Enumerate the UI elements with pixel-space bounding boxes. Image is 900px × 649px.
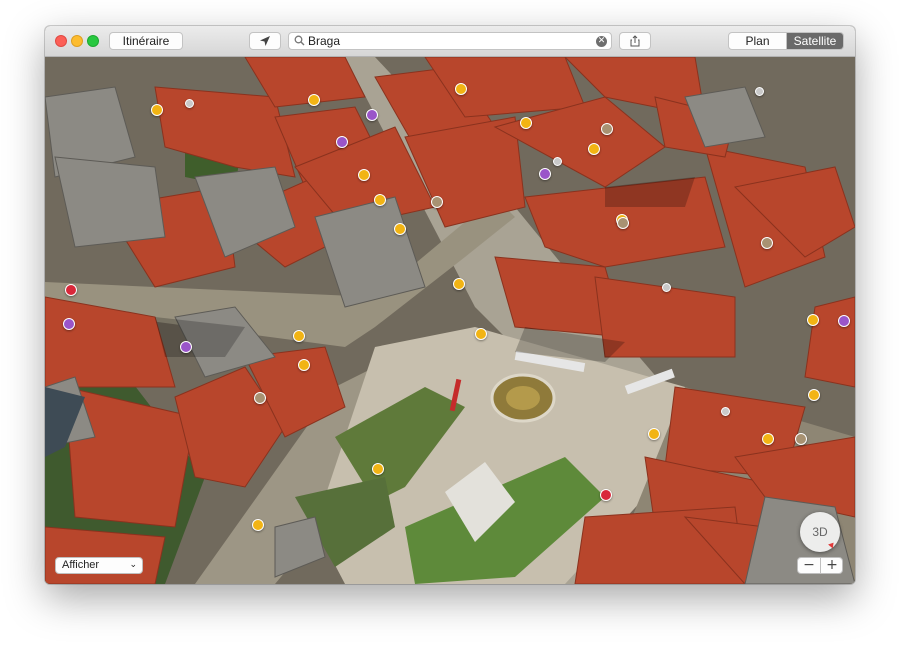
satellite-map-canvas[interactable]: Afficher ⌄ 3D − + [45,57,855,584]
maps-window: Itinéraire ✕ Plan Satellite [45,26,855,584]
satellite-imagery [45,57,855,584]
poi-marker[interactable] [293,330,305,342]
plan-segment[interactable]: Plan [729,33,787,49]
share-button[interactable] [619,32,651,50]
show-menu-select[interactable]: Afficher ⌄ [55,557,143,574]
close-icon[interactable] [55,35,67,47]
map-view-segmented-control: Plan Satellite [728,32,844,50]
zoom-window-icon[interactable] [87,35,99,47]
poi-marker[interactable] [374,194,386,206]
poi-marker[interactable] [65,284,77,296]
poi-marker[interactable] [755,87,764,96]
poi-marker[interactable] [601,123,613,135]
poi-marker[interactable] [366,109,378,121]
poi-marker[interactable] [298,359,310,371]
poi-marker[interactable] [431,196,443,208]
poi-marker[interactable] [617,217,629,229]
poi-marker[interactable] [455,83,467,95]
zoom-control: − + [797,557,843,574]
poi-marker[interactable] [180,341,192,353]
poi-marker[interactable] [372,463,384,475]
poi-marker[interactable] [807,314,819,326]
poi-marker[interactable] [721,407,730,416]
poi-marker[interactable] [252,519,264,531]
poi-marker[interactable] [761,237,773,249]
poi-marker[interactable] [520,117,532,129]
poi-marker[interactable] [808,389,820,401]
poi-marker[interactable] [308,94,320,106]
search-icon [294,35,305,46]
itinerary-button[interactable]: Itinéraire [109,32,183,50]
location-arrow-icon [260,36,270,46]
show-menu-label: Afficher [62,559,100,571]
zoom-out-button[interactable]: − [798,558,821,573]
poi-marker[interactable] [151,104,163,116]
poi-marker[interactable] [662,283,671,292]
poi-marker[interactable] [63,318,75,330]
poi-marker[interactable] [475,328,487,340]
zoom-in-button[interactable]: + [821,558,843,573]
poi-marker[interactable] [762,433,774,445]
poi-marker[interactable] [588,143,600,155]
poi-marker[interactable] [539,168,551,180]
poi-marker[interactable] [838,315,850,327]
poi-marker[interactable] [795,433,807,445]
toolbar: Itinéraire ✕ Plan Satellite [45,26,855,57]
search-field[interactable]: ✕ [288,32,612,50]
poi-marker[interactable] [648,428,660,440]
poi-marker[interactable] [254,392,266,404]
poi-marker[interactable] [600,489,612,501]
poi-marker[interactable] [453,278,465,290]
poi-marker[interactable] [185,99,194,108]
poi-marker[interactable] [553,157,562,166]
search-input[interactable] [308,33,588,49]
satellite-segment[interactable]: Satellite [787,33,843,49]
minimize-icon[interactable] [71,35,83,47]
clear-search-icon[interactable]: ✕ [596,36,607,47]
poi-marker[interactable] [358,169,370,181]
poi-marker[interactable] [336,136,348,148]
current-location-button[interactable] [249,32,281,50]
compass-3d-button[interactable]: 3D [800,512,840,552]
chevron-down-icon: ⌄ [129,560,137,570]
poi-marker[interactable] [394,223,406,235]
share-icon [630,35,640,47]
